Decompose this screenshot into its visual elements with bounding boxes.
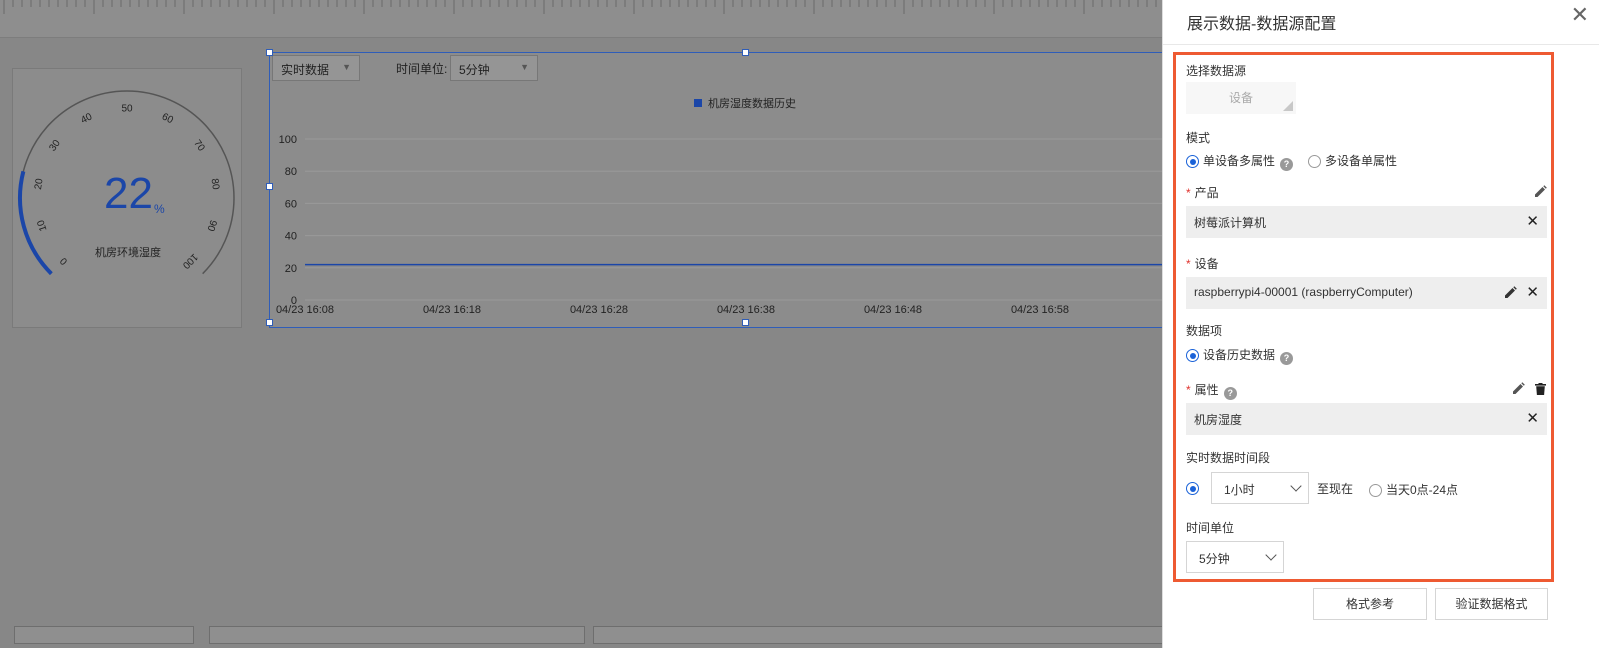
panel-divider: [1163, 44, 1599, 45]
clear-icon[interactable]: ✕: [1526, 283, 1539, 301]
chart-y-tick-label: 80: [285, 166, 297, 178]
pencil-icon[interactable]: [1512, 382, 1525, 395]
resize-handle-bl[interactable]: [266, 319, 273, 326]
trash-icon[interactable]: [1535, 383, 1546, 395]
pencil-icon[interactable]: [1504, 286, 1517, 299]
time-unit-select-value: 5分钟: [1199, 552, 1230, 566]
chart-y-tick-label: 20: [285, 263, 297, 275]
data-item-option-label: 设备历史数据: [1203, 348, 1276, 362]
period-select[interactable]: 1小时: [1211, 472, 1309, 504]
clear-icon[interactable]: ✕: [1526, 212, 1539, 230]
pencil-icon[interactable]: [1534, 185, 1547, 198]
property-field[interactable]: 机房湿度 ✕: [1186, 403, 1547, 435]
radio-unselected-icon[interactable]: [1369, 484, 1382, 497]
canvas-widget-stub[interactable]: [209, 626, 585, 644]
resize-handle-tm[interactable]: [742, 49, 749, 56]
help-icon[interactable]: ?: [1280, 352, 1294, 365]
data-item-option[interactable]: 设备历史数据?: [1186, 346, 1294, 365]
chart-x-tick-label: 04/23 16:08: [276, 304, 334, 316]
radio-selected-icon[interactable]: [1186, 482, 1199, 495]
chart-time-unit-dropdown[interactable]: 5分钟 ▼: [450, 55, 538, 81]
period-option-today[interactable]: 当天0点-24点: [1369, 481, 1458, 498]
chart-time-unit-label: 时间单位:: [396, 62, 448, 76]
caret-down-icon: ▼: [520, 62, 529, 72]
format-reference-button[interactable]: 格式参考: [1313, 588, 1427, 620]
legend-swatch: [694, 99, 702, 107]
required-mark: *: [1186, 383, 1191, 397]
resize-handle-ml[interactable]: [266, 183, 273, 190]
property-label: * 属性?: [1186, 381, 1237, 400]
radio-selected-icon[interactable]: [1186, 155, 1199, 168]
device-field[interactable]: raspberrypi4-00001 (raspberryComputer) ✕: [1186, 277, 1547, 309]
chart-x-tick-label: 04/23 16:18: [423, 304, 481, 316]
canvas-widget-stub[interactable]: [14, 626, 194, 644]
chevron-down-icon: [1265, 549, 1277, 561]
resize-handle-tl[interactable]: [266, 49, 273, 56]
period-option-today-label: 当天0点-24点: [1386, 483, 1459, 497]
chart-mode-dropdown-label: 实时数据: [281, 63, 330, 77]
mode-option-multi[interactable]: 多设备单属性: [1308, 152, 1397, 169]
product-field[interactable]: 树莓派计算机 ✕: [1186, 206, 1547, 238]
resize-corner-icon: [1283, 101, 1293, 111]
radio-unselected-icon[interactable]: [1308, 155, 1321, 168]
mode-option-single-label: 单设备多属性: [1203, 154, 1276, 168]
caret-down-icon: ▼: [342, 62, 351, 72]
chart-mode-dropdown[interactable]: 实时数据 ▼: [272, 55, 360, 81]
chevron-down-icon: [1290, 480, 1302, 492]
period-to-now: 至现在: [1317, 482, 1354, 496]
data-item-label: 数据项: [1186, 324, 1223, 338]
device-label: * 设备: [1186, 255, 1219, 272]
period-option-relative[interactable]: [1186, 481, 1203, 495]
property-label-text: 属性: [1194, 383, 1219, 397]
clear-icon[interactable]: ✕: [1526, 409, 1539, 427]
product-value: 树莓派计算机: [1194, 216, 1267, 230]
required-mark: *: [1186, 186, 1191, 200]
source-label: 选择数据源: [1186, 64, 1247, 78]
help-icon[interactable]: ?: [1223, 387, 1237, 400]
chart-legend: 机房湿度数据历史: [694, 95, 796, 111]
dashboard-canvas: 0 10 20 30 40 50 60 70 80 90 100 22 % 机房环境湿度 0 20 40…: [0, 0, 1184, 648]
chart-y-tick-label: 60: [285, 198, 297, 210]
chart-y-tick-label: 40: [285, 231, 297, 243]
chart-x-tick-label: 04/23 16:38: [717, 304, 775, 316]
chart-x-tick-label: 04/23 16:48: [864, 304, 922, 316]
period-label: 实时数据时间段: [1186, 451, 1271, 465]
period-select-value: 1小时: [1224, 483, 1255, 497]
chart-x-tick-label: 04/23 16:28: [570, 304, 628, 316]
property-value: 机房湿度: [1194, 413, 1243, 427]
chart-x-tick-label: 04/23 16:58: [1011, 304, 1069, 316]
time-unit-label: 时间单位: [1186, 521, 1235, 535]
source-device-button-label: 设备: [1228, 91, 1253, 105]
product-label: * 产品: [1186, 184, 1219, 201]
panel-title: 展示数据-数据源配置: [1187, 16, 1337, 33]
required-mark: *: [1186, 257, 1191, 271]
chart-time-unit-dropdown-label: 5分钟: [459, 63, 490, 77]
validate-format-button[interactable]: 验证数据格式: [1435, 588, 1548, 620]
line-chart: 02040608010004/23 16:08 04/23 16:18 04/23 …: [276, 134, 1184, 316]
canvas-widget-stub[interactable]: [593, 626, 1173, 644]
mode-option-single[interactable]: 单设备多属性?: [1186, 152, 1294, 171]
resize-handle-bm[interactable]: [742, 319, 749, 326]
chart-y-tick-label: 100: [279, 134, 297, 146]
device-value: raspberrypi4-00001 (raspberryComputer): [1194, 285, 1413, 299]
close-icon[interactable]: ✕: [1571, 4, 1589, 26]
legend-label: 机房湿度数据历史: [708, 98, 796, 110]
source-device-button[interactable]: 设备: [1186, 82, 1296, 114]
product-label-text: 产品: [1194, 186, 1219, 200]
mode-label: 模式: [1186, 131, 1211, 145]
mode-option-multi-label: 多设备单属性: [1325, 154, 1398, 168]
radio-selected-icon[interactable]: [1186, 349, 1199, 362]
help-icon[interactable]: ?: [1280, 158, 1294, 171]
time-unit-select[interactable]: 5分钟: [1186, 541, 1284, 573]
device-label-text: 设备: [1194, 257, 1219, 271]
